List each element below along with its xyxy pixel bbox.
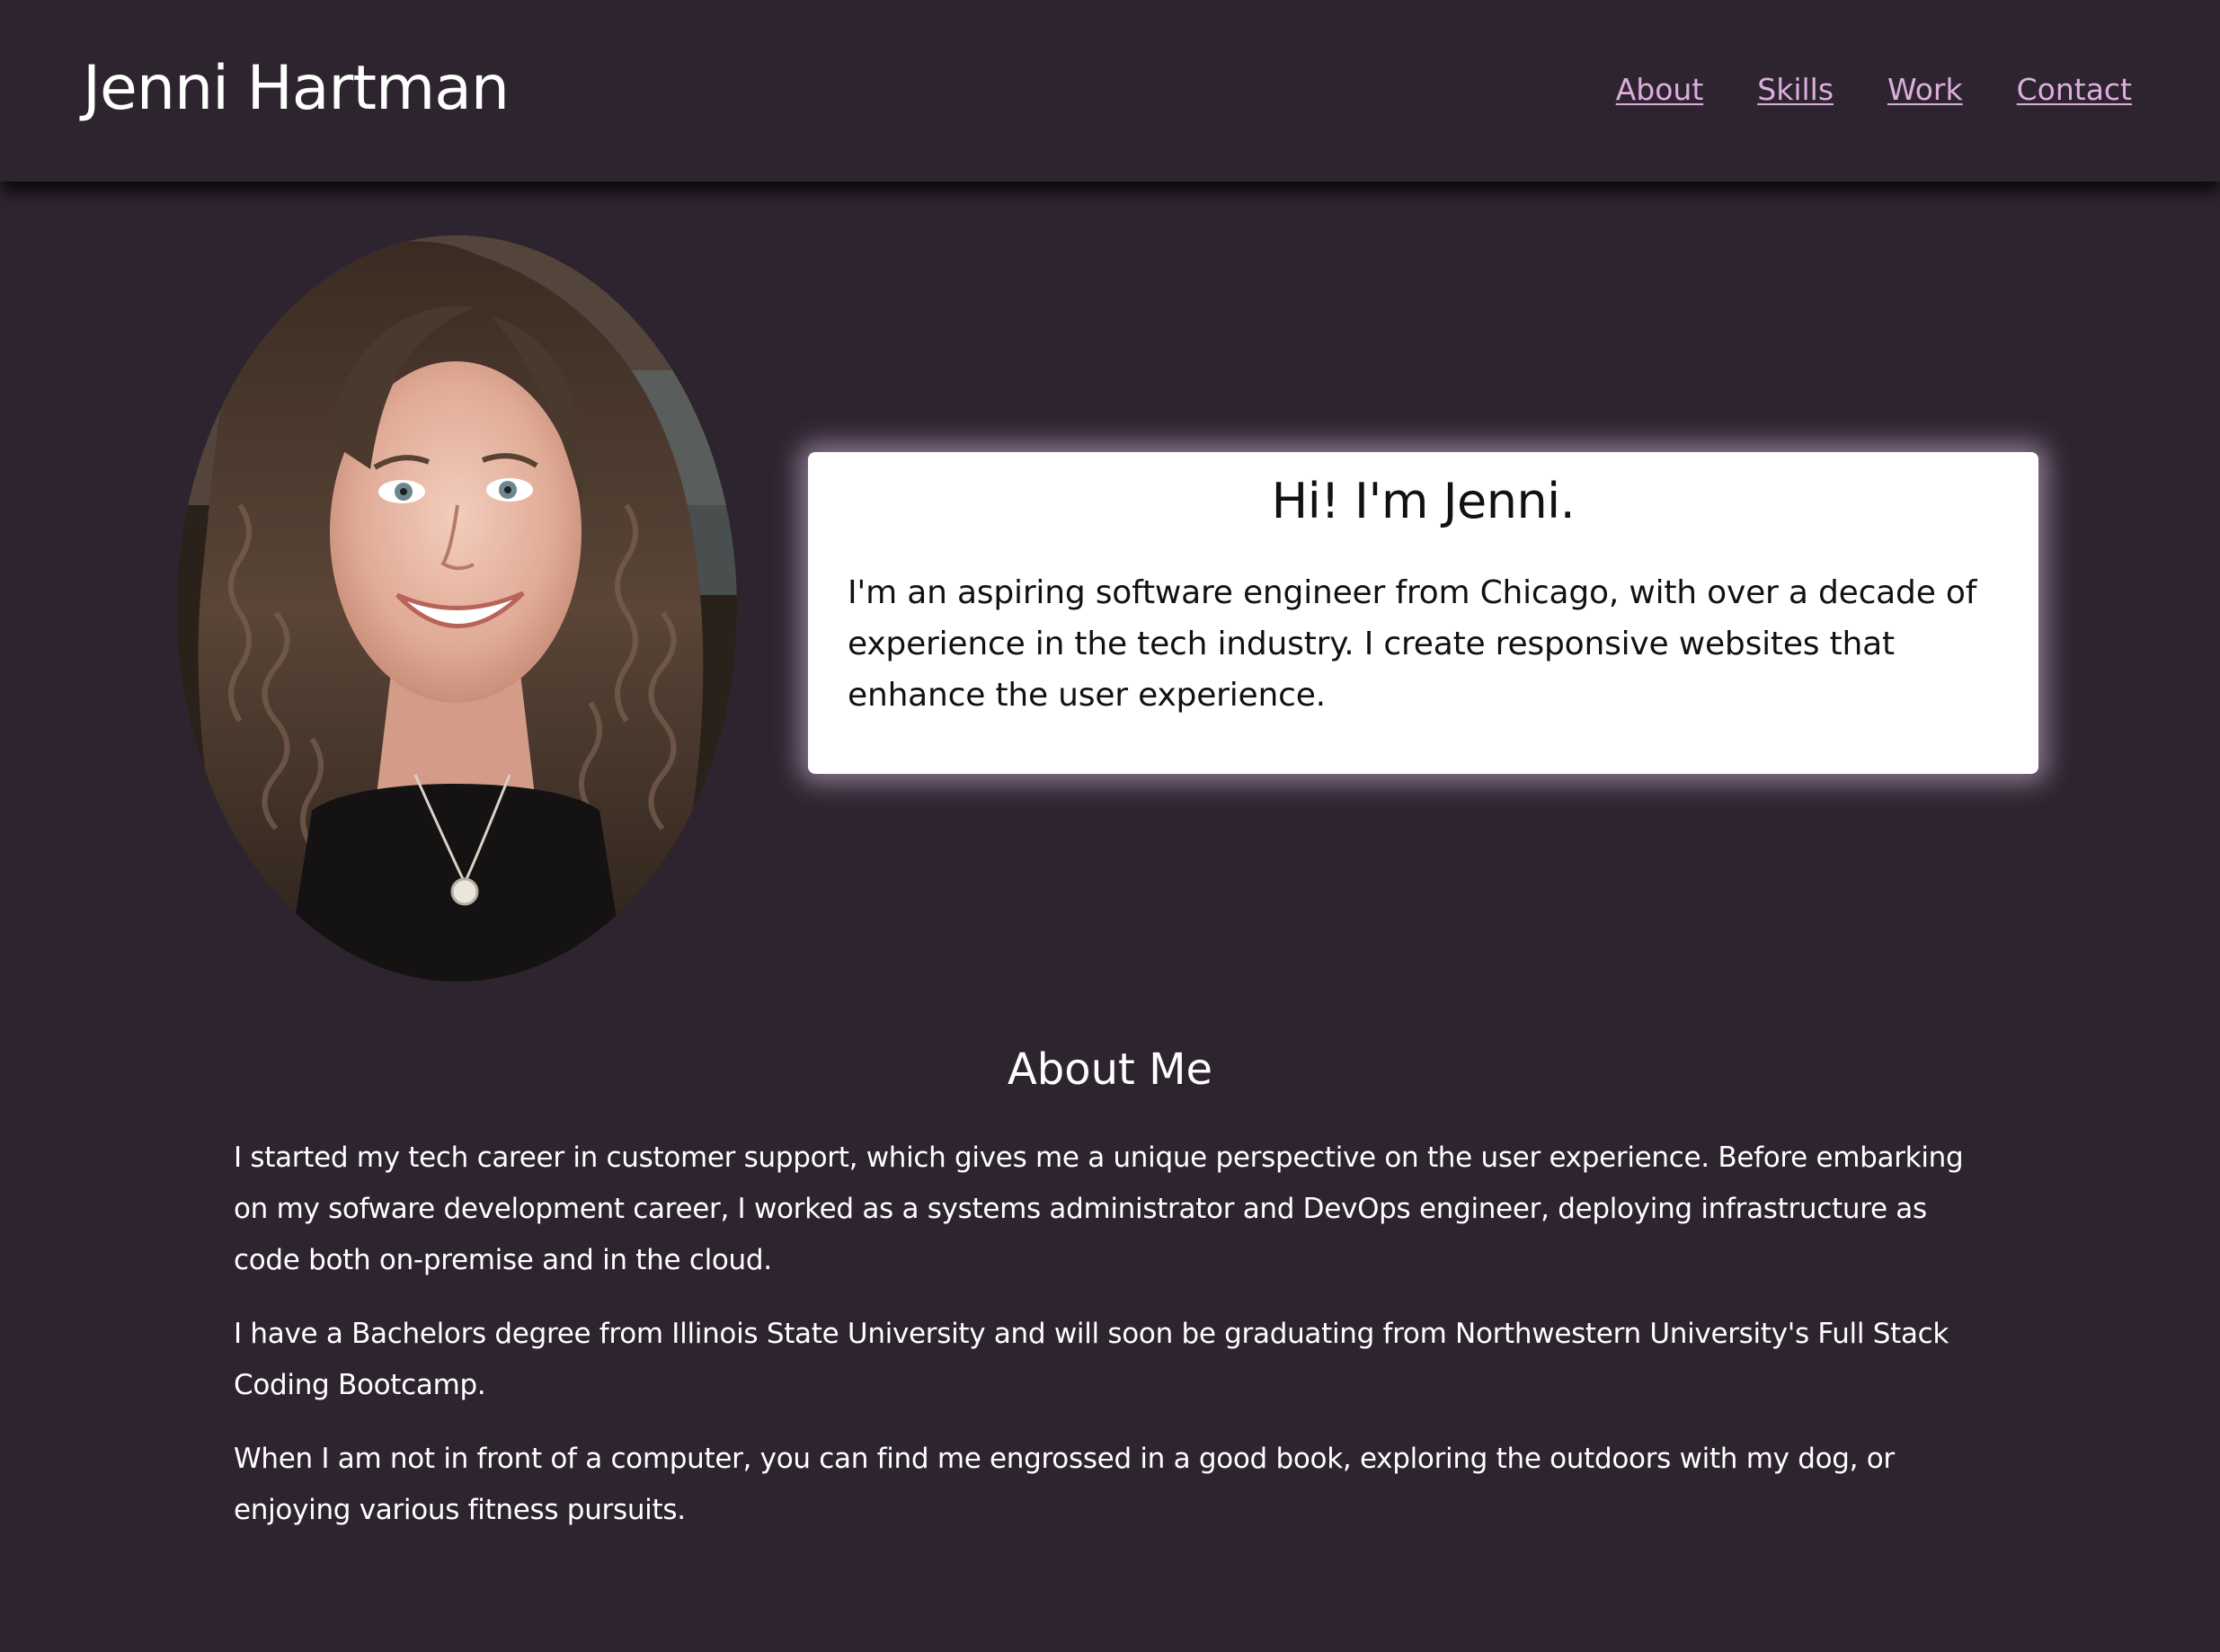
- intro-heading: Hi! I'm Jenni.: [1271, 473, 1576, 529]
- about-heading: About Me: [1007, 1044, 1213, 1095]
- intro-text: I'm an aspiring software engineer from C…: [848, 574, 1977, 714]
- intro-card: Hi! I'm Jenni. I'm an aspiring software …: [808, 452, 2038, 774]
- nav-link-contact[interactable]: Contact: [2017, 70, 2132, 110]
- profile-photo: [177, 235, 737, 981]
- about-paragraph: When I am not in front of a computer, yo…: [234, 1443, 1895, 1526]
- about-paragraph: I started my tech career in customer sup…: [234, 1141, 1964, 1276]
- nav-link-skills[interactable]: Skills: [1757, 70, 1834, 110]
- about-paragraph: I have a Bachelors degree from Illinois …: [234, 1318, 1949, 1401]
- about-section: I started my tech career in customer sup…: [234, 1132, 1995, 1559]
- main-nav: About Skills Work Contact: [1616, 70, 2132, 110]
- nav-link-about[interactable]: About: [1616, 70, 1704, 110]
- nav-link-work[interactable]: Work: [1887, 70, 1963, 110]
- site-title: Jenni Hartman: [83, 53, 510, 124]
- site-header: Jenni Hartman About Skills Work Contact: [0, 0, 2220, 182]
